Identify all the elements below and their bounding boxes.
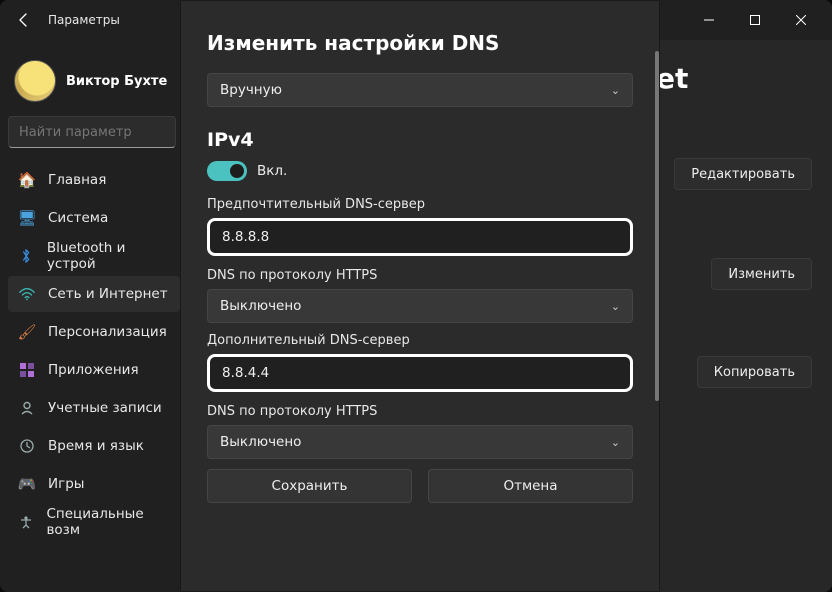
select-value: Выключено — [220, 434, 301, 450]
apps-icon — [18, 361, 36, 379]
home-icon: 🏠 — [18, 171, 36, 189]
chevron-down-icon: ⌄ — [611, 436, 620, 449]
minimize-button[interactable] — [686, 4, 732, 36]
search-container — [8, 116, 180, 154]
preferred-dns-input[interactable] — [207, 218, 633, 256]
system-icon: 🖥 — [18, 209, 36, 227]
change-button[interactable]: Изменить — [711, 258, 812, 290]
sidebar: Виктор Бухте 🏠 Главная 🖥 Система — [0, 40, 180, 592]
chevron-down-icon: ⌄ — [611, 84, 620, 97]
sidebar-item-home[interactable]: 🏠 Главная — [8, 162, 180, 198]
network-icon — [18, 285, 36, 303]
sidebar-item-accounts[interactable]: Учетные записи — [8, 390, 180, 426]
sidebar-item-accessibility[interactable]: Специальные возм — [8, 504, 180, 540]
avatar — [14, 60, 56, 102]
ipv4-heading: IPv4 — [207, 129, 633, 151]
settings-window: Параметры Виктор Бухте 🏠 — [0, 0, 832, 592]
cancel-button[interactable]: Отмена — [428, 469, 633, 503]
sidebar-item-time[interactable]: Время и язык — [8, 428, 180, 464]
alternate-dns-label: Дополнительный DNS-сервер — [207, 333, 633, 348]
search-input[interactable] — [8, 116, 176, 148]
sidebar-item-gaming[interactable]: 🎮 Игры — [8, 466, 180, 502]
sidebar-item-label: Время и язык — [48, 438, 144, 454]
dns-settings-dialog: Изменить настройки DNS Вручную ⌄ IPv4 Вк… — [180, 0, 660, 592]
sidebar-item-label: Персонализация — [48, 324, 167, 340]
sidebar-item-bluetooth[interactable]: Bluetooth и устрой — [8, 238, 180, 274]
preferred-dns-label: Предпочтительный DNS-сервер — [207, 197, 633, 212]
sidebar-item-personalization[interactable]: 🖌 Персонализация — [8, 314, 180, 350]
sidebar-item-label: Приложения — [48, 362, 139, 378]
bluetooth-icon — [18, 247, 35, 265]
accounts-icon — [18, 399, 36, 417]
select-value: Выключено — [220, 298, 301, 314]
accessibility-icon — [18, 513, 34, 531]
ipv4-toggle-label: Вкл. — [257, 163, 287, 179]
save-button[interactable]: Сохранить — [207, 469, 412, 503]
dialog-title: Изменить настройки DNS — [207, 31, 633, 55]
doh-alternate-label: DNS по протоколу HTTPS — [207, 404, 633, 419]
chevron-down-icon: ⌄ — [611, 300, 620, 313]
sidebar-item-label: Главная — [48, 172, 106, 188]
sidebar-item-network[interactable]: Сеть и Интернет — [8, 276, 180, 312]
dns-mode-select[interactable]: Вручную ⌄ — [207, 73, 633, 107]
dialog-scrollbar[interactable] — [655, 51, 659, 401]
time-icon — [18, 437, 36, 455]
select-value: Вручную — [220, 82, 282, 98]
sidebar-item-label: Bluetooth и устрой — [47, 240, 170, 272]
ipv4-toggle-row: Вкл. — [207, 161, 633, 181]
sidebar-item-label: Специальные возм — [46, 506, 170, 538]
ipv4-toggle[interactable] — [207, 161, 247, 181]
dialog-actions: Сохранить Отмена — [207, 469, 633, 503]
edit-button[interactable]: Редактировать — [674, 158, 812, 190]
alternate-dns-input[interactable] — [207, 354, 633, 392]
sidebar-item-label: Система — [48, 210, 108, 226]
doh-alternate-select[interactable]: Выключено ⌄ — [207, 425, 633, 459]
copy-button[interactable]: Копировать — [697, 356, 812, 388]
nav: 🏠 Главная 🖥 Система Bluetooth и устрой — [8, 162, 180, 540]
window-controls — [686, 4, 824, 36]
toggle-knob — [230, 164, 244, 178]
doh-preferred-select[interactable]: Выключено ⌄ — [207, 289, 633, 323]
back-button[interactable] — [8, 4, 40, 36]
close-button[interactable] — [778, 4, 824, 36]
doh-preferred-label: DNS по протоколу HTTPS — [207, 268, 633, 283]
maximize-button[interactable] — [732, 4, 778, 36]
user-name: Виктор Бухте — [66, 74, 167, 89]
sidebar-item-system[interactable]: 🖥 Система — [8, 200, 180, 236]
sidebar-item-label: Игры — [48, 476, 84, 492]
gaming-icon: 🎮 — [18, 475, 36, 493]
sidebar-item-label: Учетные записи — [48, 400, 162, 416]
sidebar-item-label: Сеть и Интернет — [48, 286, 168, 302]
sidebar-item-apps[interactable]: Приложения — [8, 352, 180, 388]
user-profile[interactable]: Виктор Бухте — [8, 48, 180, 116]
personalization-icon: 🖌 — [18, 323, 36, 341]
